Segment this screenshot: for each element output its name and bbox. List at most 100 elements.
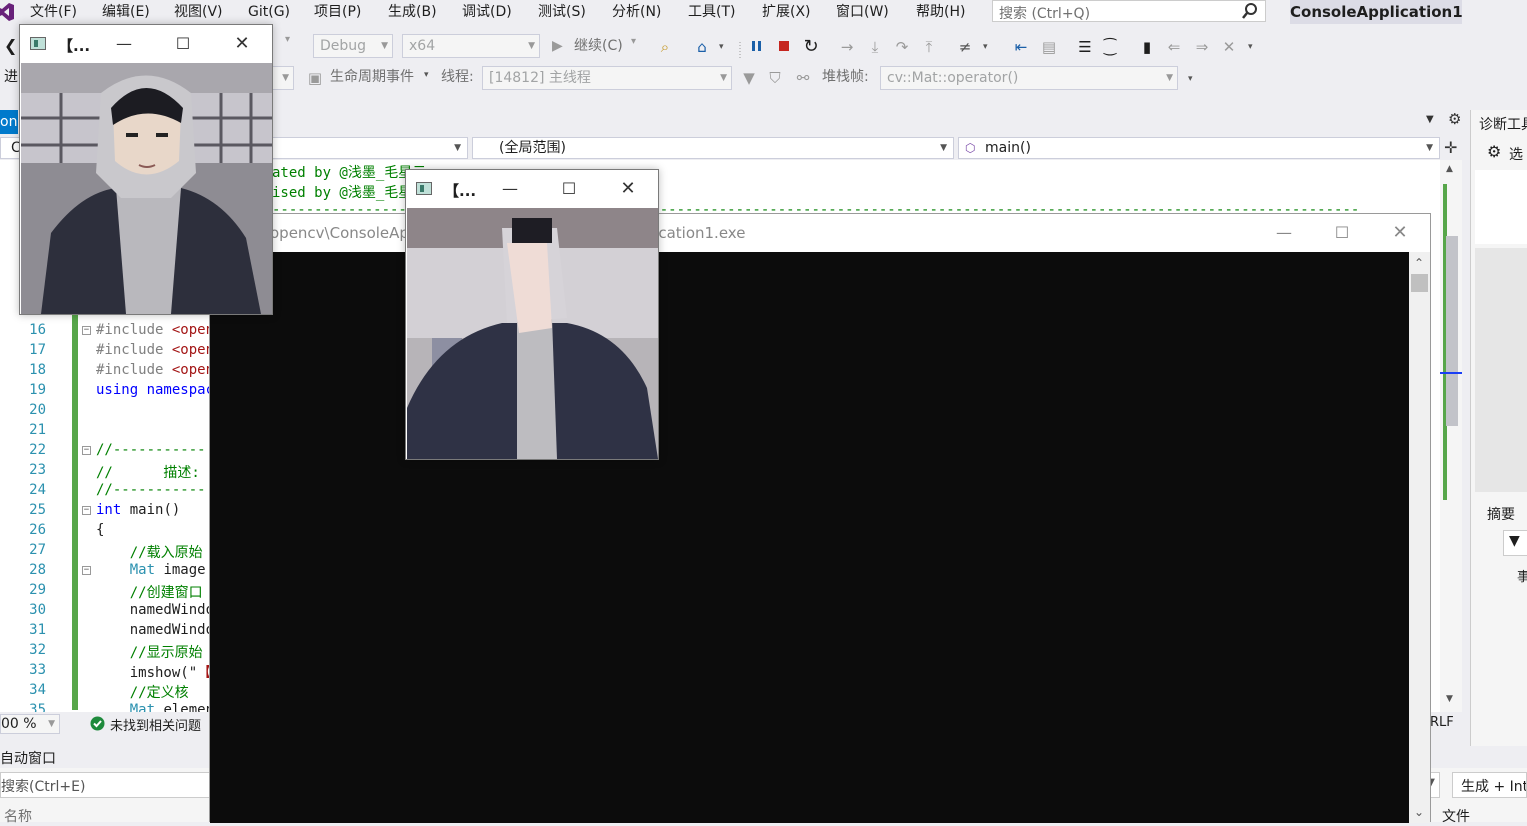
- console-scroll-down-icon[interactable]: ⌄: [1414, 805, 1424, 819]
- editor-vertical-scrollbar[interactable]: ▲ ▼: [1440, 160, 1462, 712]
- fold-toggle-icon[interactable]: −: [82, 506, 91, 515]
- console-title-bar[interactable]: opencv\ConsoleAp lication1.exe — ☐ ✕: [210, 214, 1430, 252]
- close-icon[interactable]: ✕: [1380, 218, 1420, 248]
- tab-summary[interactable]: 摘要: [1487, 504, 1515, 524]
- menu-window[interactable]: 窗口(W): [836, 2, 889, 22]
- thread-select[interactable]: [14812] 主线程 ▼: [482, 66, 732, 90]
- lifecycle-events-button[interactable]: 生命周期事件: [330, 65, 414, 89]
- menu-test[interactable]: 测试(S): [538, 2, 586, 22]
- home-dropdown-icon[interactable]: ▾: [719, 42, 724, 52]
- toolbar2-overflow-icon[interactable]: ▾: [1188, 74, 1193, 84]
- select-tools-label[interactable]: 选: [1509, 144, 1523, 164]
- menu-help[interactable]: 帮助(H): [916, 2, 965, 22]
- code-line[interactable]: {: [96, 522, 104, 538]
- minimize-icon[interactable]: —: [1264, 218, 1304, 248]
- flag-threads-icon[interactable]: ⛉: [766, 69, 784, 87]
- show-next-statement-icon[interactable]: →: [838, 38, 856, 56]
- scroll-up-icon[interactable]: ▲: [1446, 164, 1453, 174]
- settings-gear-icon[interactable]: ⚙: [1448, 110, 1461, 128]
- code-line[interactable]: namedWindow: [96, 602, 223, 618]
- diag-filter-button[interactable]: ▼: [1503, 530, 1527, 556]
- step-into-icon[interactable]: ⤓: [866, 38, 884, 56]
- show-flagged-icon[interactable]: ⚯: [794, 69, 812, 87]
- code-line[interactable]: Mat element: [96, 702, 223, 712]
- image-window-title-bar[interactable]: 【... — ☐ ✕: [20, 25, 272, 63]
- menu-view[interactable]: 视图(V): [174, 2, 223, 22]
- line-ending-indicator[interactable]: RLF: [1430, 715, 1454, 730]
- close-icon[interactable]: ✕: [222, 29, 262, 59]
- dropdown-arrow-icon[interactable]: ▾: [285, 34, 290, 45]
- split-editor-icon[interactable]: ✛: [1444, 138, 1457, 157]
- code-line[interactable]: // 描述:: [96, 462, 208, 482]
- code-line[interactable]: using namespace: [96, 382, 222, 398]
- clear-bookmarks-icon[interactable]: ✕: [1220, 38, 1238, 56]
- console-scroll-up-icon[interactable]: ⌃: [1414, 256, 1424, 270]
- code-line[interactable]: //载入原始: [96, 542, 203, 562]
- filter-threads-icon[interactable]: ▼: [740, 69, 758, 87]
- console-window[interactable]: opencv\ConsoleAp lication1.exe — ☐ ✕ ⌃ ⌄: [209, 213, 1431, 823]
- fold-toggle-icon[interactable]: −: [82, 446, 91, 455]
- maximize-icon[interactable]: ☐: [163, 29, 203, 59]
- code-line[interactable]: imshow("【: [96, 662, 211, 682]
- minimize-icon[interactable]: —: [104, 29, 144, 59]
- minimize-icon[interactable]: —: [490, 174, 530, 204]
- hex-display-icon[interactable]: ≠: [956, 38, 974, 56]
- image-window-result[interactable]: 【... — ☐ ✕: [405, 169, 659, 460]
- menu-extensions[interactable]: 扩展(X): [762, 2, 811, 22]
- image-window-original[interactable]: 【... — ☐ ✕: [19, 24, 273, 315]
- menu-edit[interactable]: 编辑(E): [102, 2, 150, 22]
- issues-status[interactable]: 未找到相关问题: [110, 715, 201, 734]
- tab-source-file[interactable]: on: [0, 110, 18, 134]
- menu-debug[interactable]: 调试(D): [462, 2, 512, 22]
- code-line[interactable]: //-----------: [96, 482, 206, 498]
- tab-list-dropdown-icon[interactable]: ▼: [1426, 114, 1434, 125]
- menu-project[interactable]: 项目(P): [314, 2, 361, 22]
- code-line[interactable]: namedWindow: [96, 622, 223, 638]
- hex-dropdown-icon[interactable]: ▾: [983, 42, 988, 52]
- image-window-title-bar[interactable]: 【... — ☐ ✕: [406, 170, 658, 208]
- code-line[interactable]: int main(): [96, 502, 180, 518]
- search-input[interactable]: 搜索 (Ctrl+Q): [992, 0, 1266, 22]
- configuration-select[interactable]: Debug ▼: [313, 34, 393, 58]
- scroll-thumb[interactable]: [1446, 236, 1458, 426]
- maximize-icon[interactable]: ☐: [1322, 218, 1362, 248]
- code-line[interactable]: //显示原始: [96, 642, 203, 662]
- uncomment-lines-icon[interactable]: ⁐: [1101, 38, 1119, 56]
- maximize-icon[interactable]: ☐: [549, 174, 589, 204]
- menu-git[interactable]: Git(G): [248, 2, 290, 22]
- platform-select[interactable]: x64 ▼: [402, 34, 540, 58]
- nav-scope-select[interactable]: (全局范围) ▼: [472, 137, 954, 159]
- console-output[interactable]: [210, 252, 1409, 823]
- scroll-down-icon[interactable]: ▼: [1446, 694, 1453, 704]
- select-tools-gear-icon[interactable]: ⚙: [1487, 142, 1501, 161]
- thread-marker-icon[interactable]: ⇤: [1012, 38, 1030, 56]
- prev-bookmark-icon[interactable]: ⇐: [1165, 38, 1183, 56]
- console-scroll-thumb[interactable]: [1411, 274, 1428, 292]
- lifecycle-dropdown-icon[interactable]: ▾: [424, 70, 429, 80]
- restart-icon[interactable]: ↻: [802, 38, 820, 56]
- nav-member-select[interactable]: ⬡ main() ▼: [958, 137, 1440, 159]
- continue-dropdown-icon[interactable]: ▾: [631, 36, 636, 47]
- bookmark-icon[interactable]: ▮: [1138, 38, 1156, 56]
- fold-toggle-icon[interactable]: −: [82, 566, 91, 575]
- parallel-stacks-icon[interactable]: ▤: [1040, 38, 1058, 56]
- step-out-icon[interactable]: ⤒: [920, 38, 938, 56]
- step-over-icon[interactable]: ↷: [893, 38, 911, 56]
- close-icon[interactable]: ✕: [608, 174, 648, 204]
- stackframe-select[interactable]: cv::Mat::operator() ▼: [880, 66, 1178, 90]
- code-line[interactable]: //定义核: [96, 682, 189, 702]
- continue-play-icon[interactable]: ▶: [552, 38, 563, 54]
- menu-tools[interactable]: 工具(T): [688, 2, 735, 22]
- comment-lines-icon[interactable]: ☰: [1076, 38, 1094, 56]
- code-line[interactable]: //创建窗口: [96, 582, 203, 602]
- code-line[interactable]: //-----------: [96, 442, 206, 458]
- console-scrollbar[interactable]: ⌃ ⌄: [1409, 252, 1430, 823]
- home-icon[interactable]: ⌂: [693, 38, 711, 56]
- build-output-select[interactable]: 生成 + Int: [1452, 772, 1527, 798]
- menu-file[interactable]: 文件(F): [30, 2, 77, 22]
- process-select[interactable]: ▼: [272, 66, 294, 90]
- continue-button[interactable]: 继续(C): [574, 34, 623, 58]
- stop-icon[interactable]: [777, 39, 791, 53]
- menu-build[interactable]: 生成(B): [388, 2, 437, 22]
- pause-icon[interactable]: [750, 39, 764, 53]
